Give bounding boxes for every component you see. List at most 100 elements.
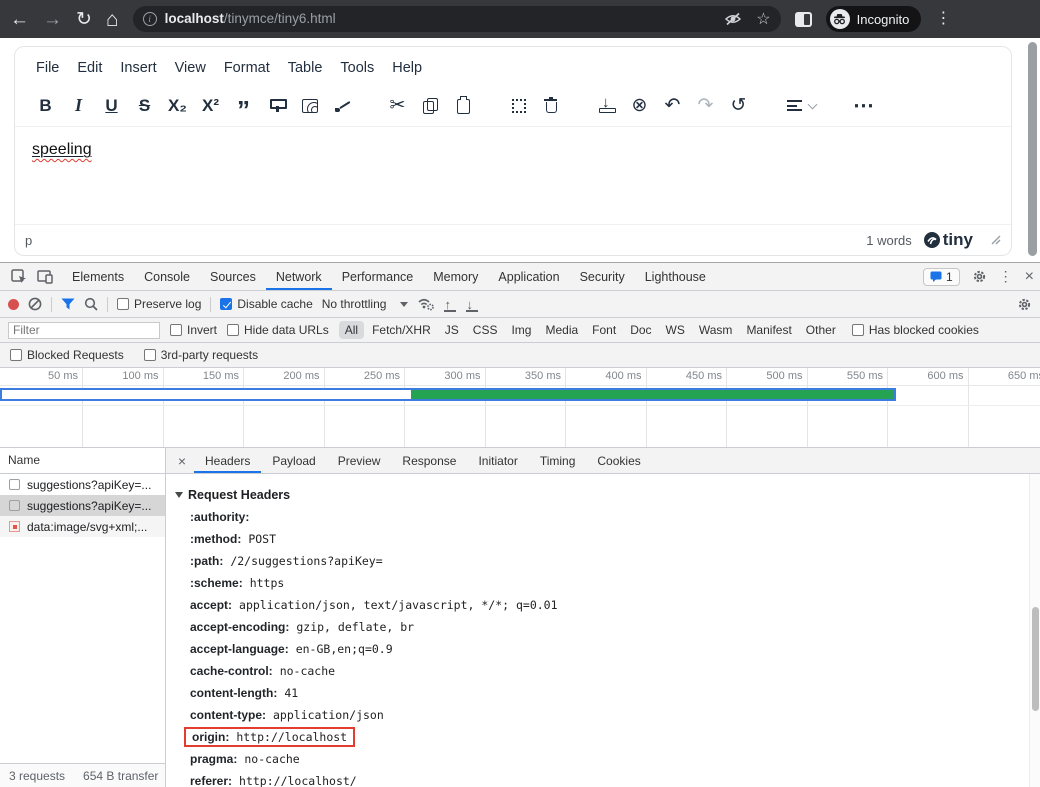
network-conditions-icon[interactable] — [417, 297, 435, 311]
menu-item[interactable]: File — [27, 55, 68, 81]
restore-draft-button[interactable]: ↺ — [722, 91, 755, 121]
editor-content[interactable]: speeling — [15, 127, 1011, 224]
resize-handle-icon[interactable] — [991, 235, 1001, 245]
detail-tab[interactable]: Payload — [261, 448, 326, 473]
requests-column-header[interactable]: Name — [0, 448, 165, 474]
devtools-menu-icon[interactable]: ⋮ — [999, 268, 1013, 285]
checkbox-checked-icon[interactable] — [220, 298, 232, 310]
bold-button[interactable]: B — [29, 91, 62, 121]
request-type-filter[interactable]: Fetch/XHR — [366, 321, 437, 339]
overview-request-bar[interactable] — [0, 388, 896, 401]
detail-scrollbar[interactable] — [1029, 474, 1040, 787]
delete-button[interactable] — [535, 91, 568, 121]
eye-off-icon[interactable] — [724, 12, 742, 26]
detail-tab[interactable]: Timing — [529, 448, 587, 473]
device-toolbar-icon[interactable] — [32, 270, 58, 284]
menu-item[interactable]: Format — [215, 55, 279, 81]
request-type-filter[interactable]: All — [339, 321, 364, 339]
superscript-button[interactable]: X² — [194, 91, 227, 121]
devtools-tab[interactable]: Performance — [332, 263, 424, 290]
request-headers-section[interactable]: Request Headers — [175, 484, 1040, 506]
checkbox-icon[interactable] — [227, 324, 239, 336]
record-network-log-icon[interactable] — [8, 299, 19, 310]
close-detail-icon[interactable]: × — [170, 453, 194, 469]
disclosure-triangle-icon[interactable] — [175, 492, 183, 498]
blockquote-button[interactable]: ” — [227, 91, 260, 121]
format-painter-icon[interactable] — [260, 91, 293, 121]
strikethrough-button[interactable]: S — [128, 91, 161, 121]
checkbox-icon[interactable] — [10, 349, 22, 361]
detail-tab[interactable]: Headers — [194, 448, 261, 473]
devtools-tab[interactable]: Sources — [200, 263, 266, 290]
invert-checkbox[interactable]: Invert — [170, 323, 217, 337]
network-overview-timeline[interactable]: 50 ms100 ms150 ms200 ms250 ms300 ms350 m… — [0, 368, 1040, 448]
menu-item[interactable]: Insert — [111, 55, 165, 81]
forward-icon[interactable]: → — [43, 10, 62, 29]
request-type-filter[interactable]: Manifest — [740, 321, 797, 339]
search-icon[interactable] — [84, 297, 98, 311]
permanent-pen-icon[interactable] — [326, 91, 359, 121]
third-party-requests-checkbox[interactable]: 3rd-party requests — [144, 348, 258, 362]
disable-cache-checkbox[interactable]: Disable cache — [220, 297, 312, 311]
reload-icon[interactable]: ↻ — [76, 10, 92, 29]
side-panel-icon[interactable] — [795, 12, 812, 27]
devtools-tab[interactable]: Elements — [62, 263, 134, 290]
checkbox-icon[interactable] — [117, 298, 129, 310]
save-button[interactable] — [590, 91, 623, 121]
site-info-icon[interactable]: i — [143, 12, 157, 26]
menu-item[interactable]: Table — [279, 55, 332, 81]
address-bar[interactable]: i localhost/tinymce/tiny6.html ☆ — [133, 6, 781, 32]
request-row-selected[interactable]: suggestions?apiKey=... — [0, 495, 165, 516]
checkbox-icon[interactable] — [144, 349, 156, 361]
request-type-filter[interactable]: Font — [586, 321, 622, 339]
request-type-filter[interactable]: Wasm — [693, 321, 739, 339]
undo-button[interactable]: ↶ — [656, 91, 689, 121]
devtools-tab[interactable]: Lighthouse — [635, 263, 716, 290]
request-type-filter[interactable]: Doc — [624, 321, 657, 339]
devtools-tab[interactable]: Console — [134, 263, 200, 290]
devtools-close-icon[interactable]: × — [1025, 268, 1034, 286]
cut-button[interactable]: ✂ — [381, 91, 414, 121]
detail-tab[interactable]: Cookies — [586, 448, 651, 473]
filter-toggle-icon[interactable] — [61, 298, 75, 310]
menu-item[interactable]: Tools — [331, 55, 383, 81]
word-count[interactable]: 1 words — [866, 233, 912, 248]
request-type-filter[interactable]: WS — [660, 321, 691, 339]
detail-tab[interactable]: Response — [391, 448, 467, 473]
underline-button[interactable]: U — [95, 91, 128, 121]
request-type-filter[interactable]: Media — [539, 321, 584, 339]
menu-item[interactable]: View — [166, 55, 215, 81]
request-type-filter[interactable]: CSS — [467, 321, 504, 339]
devtools-tab[interactable]: Security — [570, 263, 635, 290]
cancel-button[interactable]: ⊗ — [623, 91, 656, 121]
issues-button[interactable]: 1 — [923, 268, 960, 286]
copy-button[interactable] — [414, 91, 447, 121]
inspect-element-icon[interactable] — [6, 269, 32, 284]
devtools-tab[interactable]: Network — [266, 263, 332, 290]
checkbox-icon[interactable] — [170, 324, 182, 336]
detail-tab[interactable]: Preview — [327, 448, 392, 473]
request-row[interactable]: suggestions?apiKey=... — [0, 474, 165, 495]
subscript-button[interactable]: X₂ — [161, 91, 194, 121]
italic-button[interactable]: I — [62, 91, 95, 121]
align-dropdown-button[interactable] — [777, 91, 825, 121]
back-icon[interactable]: ← — [10, 10, 29, 29]
request-type-filter[interactable]: Img — [505, 321, 537, 339]
menu-item[interactable]: Edit — [68, 55, 111, 81]
scrollbar-thumb[interactable] — [1028, 42, 1037, 256]
select-all-button[interactable] — [502, 91, 535, 121]
request-type-filter[interactable]: Other — [800, 321, 842, 339]
detail-tab[interactable]: Initiator — [467, 448, 528, 473]
background-color-icon[interactable] — [293, 91, 326, 121]
export-har-icon[interactable]: ↓ — [466, 297, 479, 311]
filter-input[interactable] — [8, 322, 160, 339]
element-path[interactable]: p — [25, 233, 32, 248]
misspelled-word[interactable]: speeling — [32, 141, 92, 158]
checkbox-icon[interactable] — [852, 324, 864, 336]
page-scrollbar[interactable] — [1026, 38, 1040, 262]
blocked-requests-checkbox[interactable]: Blocked Requests — [10, 348, 124, 362]
bookmark-star-icon[interactable]: ☆ — [756, 9, 770, 29]
more-toolbar-button[interactable]: ⋯ — [847, 91, 880, 121]
request-row[interactable]: data:image/svg+xml;... — [0, 516, 165, 537]
tiny-brand[interactable]: tiny — [924, 230, 973, 250]
